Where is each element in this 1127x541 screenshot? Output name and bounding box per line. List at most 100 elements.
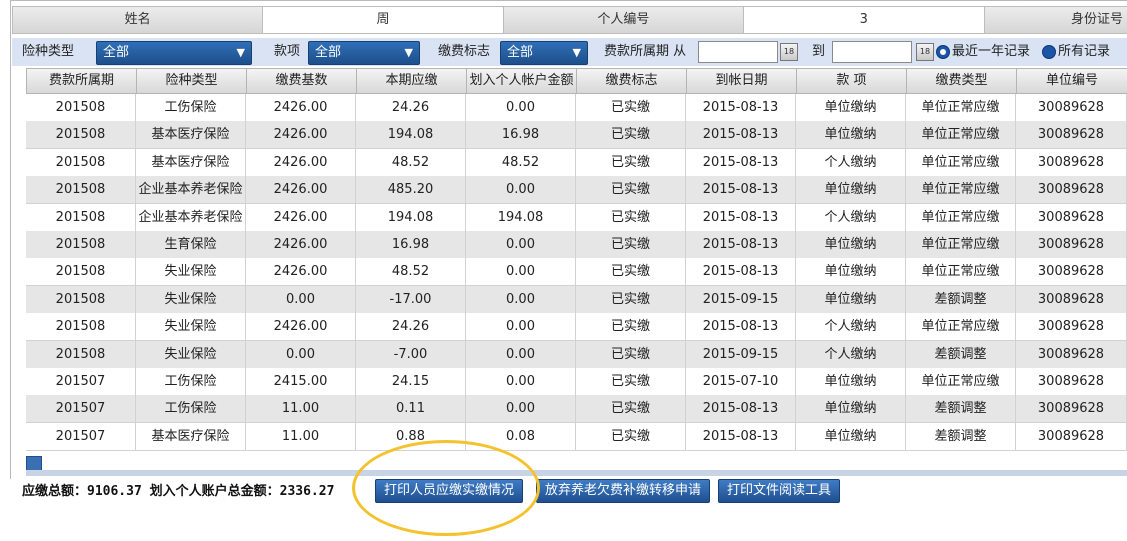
print-payment-status-button[interactable]: 打印人员应缴实缴情况 (375, 479, 524, 503)
table-cell: 0.00 (466, 395, 576, 424)
period-to-input[interactable] (832, 41, 912, 63)
table-cell: 已实缴 (576, 94, 686, 122)
table-cell: 2015-08-13 (686, 230, 796, 259)
print-reader-tool-button[interactable]: 打印文件阅读工具 (718, 479, 841, 503)
table-cell: 201508 (26, 203, 136, 232)
table-row[interactable]: 201508 生育保险 2426.00 16.98 0.00 已实缴 2015-08-13 单… (26, 230, 1127, 259)
payment-item-select[interactable]: 全部 ▼ (308, 41, 420, 65)
table-row[interactable]: 201508 失业保险 2426.00 24.26 0.00 已实缴 2015-08-13 个… (26, 313, 1127, 342)
table-cell: 2415.00 (246, 367, 356, 396)
table-row[interactable]: 201508 基本医疗保险 2426.00 48.52 48.52 已实缴 2015-08-… (26, 148, 1127, 177)
table-row[interactable]: 201507 工伤保险 11.00 0.11 0.00 已实缴 2015-08-13 单位缴纳… (26, 395, 1127, 424)
table-cell: 201508 (26, 285, 136, 314)
table-cell: 2426.00 (246, 94, 356, 122)
insurance-type-select[interactable]: 全部 ▼ (96, 41, 252, 65)
table-cell: 194.08 (356, 121, 466, 150)
column-header[interactable]: 缴费类型 (906, 68, 1017, 94)
table-cell: 个人缴纳 (796, 313, 906, 342)
waive-pension-arrears-button[interactable]: 放弃养老欠费补缴转移申请 (536, 479, 711, 503)
table-cell: 194.08 (356, 203, 466, 232)
table-row[interactable]: 201508 工伤保险 2426.00 24.26 0.00 已实缴 2015-08-13 单… (26, 94, 1127, 122)
table-cell: 30089628 (1016, 148, 1127, 177)
table-cell: 24.15 (356, 367, 466, 396)
table-cell: 0.00 (466, 258, 576, 287)
column-header[interactable]: 费款所属期 (26, 68, 137, 94)
person-id-value: 3 (743, 6, 985, 34)
table-cell: 2015-08-13 (686, 121, 796, 150)
table-cell: 30089628 (1016, 258, 1127, 287)
payment-item-label: 款项 (274, 44, 301, 59)
table-row[interactable]: 201508 失业保险 0.00 -17.00 0.00 已实缴 2015-09-15 单位缴… (26, 285, 1127, 314)
column-header[interactable]: 到帐日期 (686, 68, 797, 94)
table-cell: 2015-08-13 (686, 313, 796, 342)
table-cell: 30089628 (1016, 395, 1127, 424)
period-from-input[interactable] (698, 41, 778, 63)
table-cell: 30089628 (1016, 203, 1127, 232)
table-cell: 30089628 (1016, 94, 1127, 122)
column-header[interactable]: 缴费标志 (576, 68, 687, 94)
table-cell: 已实缴 (576, 203, 686, 232)
table-cell: 2015-08-13 (686, 148, 796, 177)
table-cell: 2426.00 (246, 313, 356, 342)
column-header[interactable]: 本期应缴 (356, 68, 467, 94)
table-row[interactable]: 201508 失业保险 2426.00 48.52 0.00 已实缴 2015-08-13 单… (26, 258, 1127, 287)
calendar-icon[interactable]: 18 (780, 43, 798, 61)
id-card-label: 身份证号 (983, 6, 1127, 34)
column-header[interactable]: 单位编号 (1016, 68, 1127, 94)
table-cell: 已实缴 (576, 121, 686, 150)
horizontal-scrollbar[interactable] (26, 470, 1127, 476)
table-cell: 0.00 (466, 285, 576, 314)
insurance-type-label: 险种类型 (22, 44, 75, 59)
table-cell: 个人缴纳 (796, 340, 906, 369)
table-cell: 已实缴 (576, 258, 686, 287)
insurance-type-value: 全部 (103, 45, 130, 60)
table-cell: 个人缴纳 (796, 148, 906, 177)
table-cell: 201508 (26, 176, 136, 205)
table-row[interactable]: 201508 失业保险 0.00 -7.00 0.00 已实缴 2015-09-15 个人缴纳… (26, 340, 1127, 369)
table-cell: 差额调整 (906, 285, 1016, 314)
table-cell: 194.08 (466, 203, 576, 232)
table-row[interactable]: 201507 基本医疗保险 11.00 0.88 0.08 已实缴 2015-08-13 单位… (26, 422, 1127, 451)
table-row[interactable]: 201508 基本医疗保险 2426.00 194.08 16.98 已实缴 2015-08… (26, 121, 1127, 150)
radio-recent-year[interactable] (936, 45, 950, 59)
table-cell: 生育保险 (136, 230, 246, 259)
table-cell: 失业保险 (136, 258, 246, 287)
table-cell: 2426.00 (246, 258, 356, 287)
table-row[interactable]: 201507 工伤保险 2415.00 24.15 0.00 已实缴 2015-07-10 单… (26, 367, 1127, 396)
table-cell: 个人缴纳 (796, 203, 906, 232)
table-cell: 单位缴纳 (796, 230, 906, 259)
table-cell: 0.00 (466, 340, 576, 369)
table-cell: 单位缴纳 (796, 367, 906, 396)
table-cell: 已实缴 (576, 340, 686, 369)
calendar-icon[interactable]: 18 (916, 43, 934, 61)
payment-flag-select[interactable]: 全部 ▼ (500, 41, 588, 65)
table-cell: 已实缴 (576, 367, 686, 396)
table-cell: 30089628 (1016, 230, 1127, 259)
table-cell: 30089628 (1016, 121, 1127, 150)
radio-all-records-label[interactable]: 所有记录 (1058, 42, 1110, 62)
table-cell: 2426.00 (246, 121, 356, 150)
column-header[interactable]: 划入个人帐户金额 (466, 68, 577, 94)
table-cell: 单位正常应缴 (906, 313, 1016, 342)
table-row[interactable]: 201508 企业基本养老保险 2426.00 485.20 0.00 已实缴 2015-0… (26, 176, 1127, 205)
table-cell: 单位正常应缴 (906, 148, 1016, 177)
chevron-down-icon: ▼ (236, 46, 245, 59)
table-cell: 2426.00 (246, 176, 356, 205)
radio-all-records[interactable] (1042, 45, 1056, 59)
table-cell: 30089628 (1016, 313, 1127, 342)
table-cell: 485.20 (356, 176, 466, 205)
table-cell: 工伤保险 (136, 395, 246, 424)
table-cell: 已实缴 (576, 395, 686, 424)
column-header[interactable]: 款 项 (796, 68, 907, 94)
table-cell: -17.00 (356, 285, 466, 314)
table-cell: 2015-08-13 (686, 203, 796, 232)
column-header[interactable]: 缴费基数 (246, 68, 357, 94)
chevron-down-icon: ▼ (572, 46, 581, 59)
radio-recent-year-label[interactable]: 最近一年记录 (952, 42, 1030, 62)
table-cell: 基本医疗保险 (136, 422, 246, 451)
table-cell: 2015-08-13 (686, 395, 796, 424)
table-cell: 企业基本养老保险 (136, 203, 246, 232)
person-info-strip: 姓名 周 个人编号 3 身份证号 (12, 6, 1127, 34)
column-header[interactable]: 险种类型 (136, 68, 247, 94)
table-row[interactable]: 201508 企业基本养老保险 2426.00 194.08 194.08 已实缴 2015… (26, 203, 1127, 232)
